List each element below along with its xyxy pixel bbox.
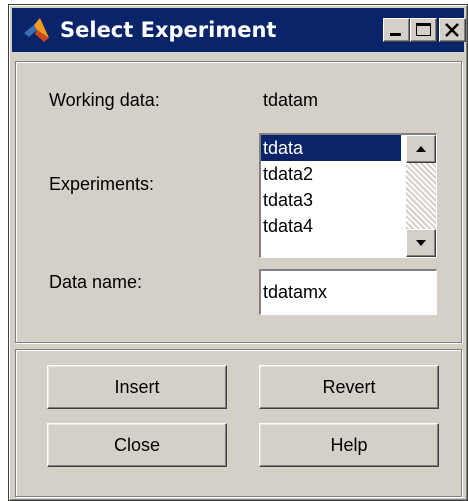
help-button[interactable]: Help [259, 423, 439, 467]
select-experiment-window: Select Experiment Working data: tdatam E… [8, 4, 468, 501]
listbox-scrollbar[interactable] [406, 135, 436, 257]
minimize-icon [390, 33, 401, 36]
maximize-button[interactable] [410, 18, 437, 42]
data-name-field[interactable]: tdatamx [259, 269, 437, 315]
revert-button[interactable]: Revert [259, 365, 439, 409]
experiments-listbox[interactable]: tdata tdata2 tdata3 tdata4 [259, 133, 437, 258]
list-item[interactable]: tdata [261, 135, 401, 161]
insert-button[interactable]: Insert [47, 365, 227, 409]
arrow-up-icon [416, 146, 426, 152]
list-item[interactable]: tdata2 [261, 161, 401, 187]
list-item[interactable]: tdata4 [261, 213, 401, 239]
list-item[interactable]: tdata3 [261, 187, 401, 213]
experiments-label: Experiments: [49, 174, 155, 194]
close-icon [445, 23, 459, 37]
close-button[interactable]: Close [47, 423, 227, 467]
working-data-value: tdatam [263, 90, 319, 110]
title-bar[interactable]: Select Experiment [12, 8, 466, 52]
arrow-down-icon [416, 240, 426, 246]
scroll-down-button[interactable] [406, 229, 436, 257]
window-title: Select Experiment [60, 18, 277, 42]
working-data-label: Working data: [49, 90, 160, 110]
close-window-button[interactable] [439, 18, 466, 42]
matlab-logo-icon [22, 16, 52, 44]
scroll-up-button[interactable] [406, 135, 436, 163]
maximize-icon [416, 23, 431, 36]
minimize-button[interactable] [383, 18, 410, 42]
data-name-label: Data name: [49, 272, 143, 292]
